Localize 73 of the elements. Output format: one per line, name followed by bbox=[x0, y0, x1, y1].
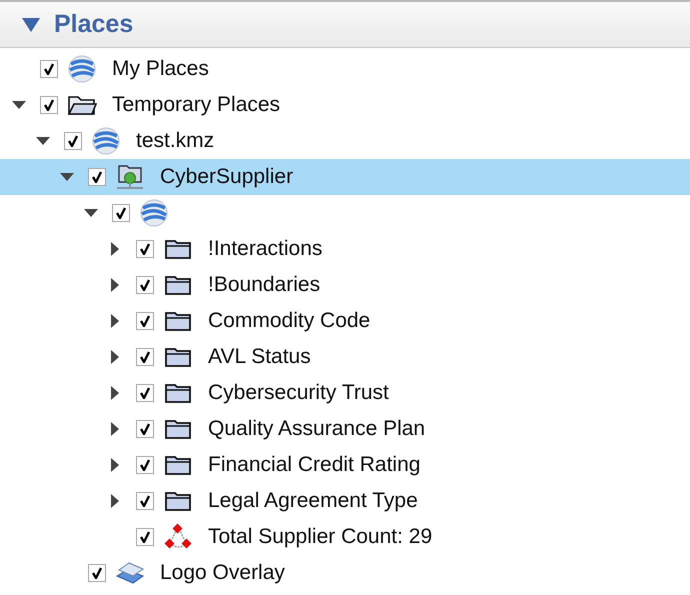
globe-icon bbox=[91, 126, 121, 156]
item-label: AVL Status bbox=[208, 345, 311, 369]
tree-item[interactable]: My Places bbox=[0, 51, 690, 87]
tree-item[interactable]: Quality Assurance Plan bbox=[0, 411, 690, 447]
checkbox[interactable] bbox=[64, 132, 82, 150]
expanded-arrow-icon[interactable] bbox=[12, 101, 26, 109]
panel-title: Places bbox=[54, 10, 134, 39]
globe-icon bbox=[67, 54, 97, 84]
checkbox[interactable] bbox=[136, 240, 154, 258]
expanded-arrow-icon[interactable] bbox=[84, 209, 98, 217]
item-label: Legal Agreement Type bbox=[208, 489, 418, 513]
checkbox[interactable] bbox=[136, 384, 154, 402]
connected-nodes-icon bbox=[163, 523, 193, 551]
tree-item[interactable]: AVL Status bbox=[0, 339, 690, 375]
tree-item[interactable]: Logo Overlay bbox=[0, 555, 690, 591]
checkbox[interactable] bbox=[136, 312, 154, 330]
checkbox[interactable] bbox=[136, 456, 154, 474]
folder-icon bbox=[164, 310, 192, 332]
folder-icon bbox=[164, 490, 192, 512]
tree-item[interactable]: Financial Credit Rating bbox=[0, 447, 690, 483]
checkbox[interactable] bbox=[40, 96, 58, 114]
checkbox[interactable] bbox=[136, 420, 154, 438]
checkbox[interactable] bbox=[40, 60, 58, 78]
item-label: Quality Assurance Plan bbox=[208, 417, 426, 441]
collapsed-arrow-icon[interactable] bbox=[111, 422, 119, 436]
collapsed-arrow-icon[interactable] bbox=[111, 242, 119, 256]
overlay-icon bbox=[115, 560, 145, 586]
folder-icon bbox=[164, 238, 192, 260]
tree-item[interactable]: test.kmz bbox=[0, 123, 690, 159]
panel-header[interactable]: Places bbox=[0, 0, 690, 48]
folder-icon bbox=[164, 418, 192, 440]
item-label: !Boundaries bbox=[208, 273, 320, 297]
collapsed-arrow-icon[interactable] bbox=[111, 314, 119, 328]
folder-icon bbox=[164, 346, 192, 368]
tree-item[interactable]: Total Supplier Count: 29 bbox=[0, 519, 690, 555]
tree-item[interactable]: CyberSupplier bbox=[0, 159, 690, 195]
item-label: Commodity Code bbox=[208, 309, 370, 333]
tree-item[interactable]: Cybersecurity Trust bbox=[0, 375, 690, 411]
item-label: CyberSupplier bbox=[160, 165, 294, 189]
folder-icon bbox=[164, 382, 192, 404]
tree-item[interactable]: !Interactions bbox=[0, 231, 690, 267]
expanded-arrow-icon[interactable] bbox=[36, 137, 50, 145]
collapsed-arrow-icon[interactable] bbox=[111, 494, 119, 508]
expanded-arrow-icon[interactable] bbox=[60, 173, 74, 181]
checkbox[interactable] bbox=[88, 564, 106, 582]
tree-item[interactable]: Temporary Places bbox=[0, 87, 690, 123]
item-label: Logo Overlay bbox=[160, 561, 285, 585]
item-label: Temporary Places bbox=[112, 93, 280, 117]
tree-item[interactable]: Legal Agreement Type bbox=[0, 483, 690, 519]
item-label: Financial Credit Rating bbox=[208, 453, 420, 477]
item-label: Total Supplier Count: 29 bbox=[208, 525, 432, 549]
item-label: Cybersecurity Trust bbox=[208, 381, 389, 405]
open-folder-icon bbox=[67, 93, 97, 117]
folder-icon bbox=[164, 274, 192, 296]
collapsed-arrow-icon[interactable] bbox=[111, 386, 119, 400]
checkbox[interactable] bbox=[136, 492, 154, 510]
tree-item[interactable]: !Boundaries bbox=[0, 267, 690, 303]
folder-icon bbox=[164, 454, 192, 476]
globe-icon bbox=[139, 198, 169, 228]
checkbox[interactable] bbox=[88, 168, 106, 186]
checkbox[interactable] bbox=[136, 276, 154, 294]
collapsed-arrow-icon[interactable] bbox=[111, 350, 119, 364]
tree-item[interactable]: Commodity Code bbox=[0, 303, 690, 339]
checkbox[interactable] bbox=[136, 348, 154, 366]
item-label: test.kmz bbox=[136, 129, 214, 153]
item-label: My Places bbox=[112, 57, 209, 81]
expanded-arrow-icon[interactable] bbox=[22, 18, 40, 32]
collapsed-arrow-icon[interactable] bbox=[111, 458, 119, 472]
checkbox[interactable] bbox=[136, 528, 154, 546]
network-folder-icon bbox=[115, 163, 145, 191]
checkbox[interactable] bbox=[112, 204, 130, 222]
item-label: !Interactions bbox=[208, 237, 322, 261]
collapsed-arrow-icon[interactable] bbox=[111, 278, 119, 292]
